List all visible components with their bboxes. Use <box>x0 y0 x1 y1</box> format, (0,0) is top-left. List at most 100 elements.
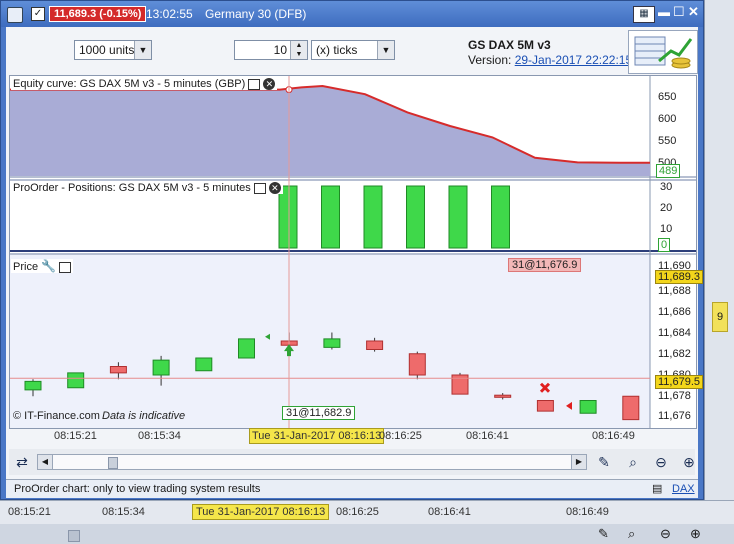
scroll-toolbar: ⇄ ◀ ▶ ✎ ⌕ ⊖ ⊕ <box>9 449 695 475</box>
wrench-icon[interactable]: 🔧 <box>41 259 56 273</box>
positions-last-value: 0 <box>658 238 671 252</box>
system-name: GS DAX 5M v3 <box>468 38 551 52</box>
cursor-value-label: 31@11,682.9 <box>282 406 356 420</box>
background-zoom-in-icon[interactable]: ⊕ <box>690 526 701 542</box>
chart-window: ✓ 11,689.3 (-0.15%) 13:02:55 Germany 30 … <box>0 0 704 500</box>
order-label: 31@11,676.9 <box>508 258 582 272</box>
chevron-down-icon[interactable]: ▼ <box>134 41 151 59</box>
maximize-icon[interactable]: ☐ <box>673 4 685 20</box>
zoom-in-icon[interactable]: ⊕ <box>679 452 699 472</box>
equity-panel-header: Equity curve: GS DAX 5M v3 - 5 minutes (… <box>11 78 278 91</box>
time-tick: 08:15:21 <box>54 430 97 442</box>
equity-tick: 550 <box>658 135 677 147</box>
candle-body <box>195 357 213 372</box>
background-tick: 08:15:21 <box>8 506 51 518</box>
background-tick: 08:16:25 <box>336 506 379 518</box>
panel-maximize-icon[interactable] <box>248 78 261 90</box>
scroll-right-icon[interactable]: ▶ <box>571 455 586 469</box>
close-icon[interactable]: ✕ <box>688 4 699 20</box>
chevron-down-icon[interactable]: ▼ <box>377 41 394 59</box>
price-tick: 11,688 <box>658 285 691 297</box>
price-tick: 11,682 <box>658 348 691 360</box>
background-scrollbar[interactable]: ✎ ⌕ ⊖ ⊕ <box>0 524 734 544</box>
price-panel-title: Price <box>13 261 39 273</box>
positions-tick: 30 <box>660 181 673 193</box>
position-bar <box>321 185 340 249</box>
background-side-list: 9 <box>708 40 730 500</box>
panel-close-icon[interactable]: ✕ <box>263 78 276 91</box>
candle-body <box>408 353 426 376</box>
panel-close-icon[interactable]: ✕ <box>268 182 281 195</box>
stepper-arrows-icon[interactable]: ▲ ▼ <box>290 41 307 59</box>
candle-body <box>323 338 341 348</box>
position-bar <box>363 185 383 249</box>
candle-body <box>109 366 127 374</box>
scroll-thumb[interactable] <box>108 457 118 469</box>
equity-tick: 600 <box>658 113 677 125</box>
zoom-out-icon[interactable]: ⊖ <box>651 452 671 472</box>
version-row: Version: 29-Jan-2017 22:22:15 <box>468 53 632 67</box>
zoom-fit-icon[interactable]: ⌕ <box>623 452 643 472</box>
candle-body <box>494 394 512 398</box>
pin-checkbox[interactable]: ✓ <box>31 7 45 21</box>
minimize-icon[interactable]: ▬ <box>658 5 670 19</box>
background-tick: 08:16:41 <box>428 506 471 518</box>
background-time-axis: 08:15:21 08:15:34 Tue 31-Jan-2017 08:16:… <box>0 500 734 525</box>
version-label: Version: <box>468 53 512 67</box>
background-tick: 08:16:49 <box>566 506 609 518</box>
panel-maximize-icon[interactable] <box>59 261 72 273</box>
window-client: 1000 units ▼ 10 ▲ ▼ (x) ticks ▼ GS DAX 5M… <box>6 27 704 498</box>
candle-body <box>67 372 85 389</box>
background-zoom-fit-icon[interactable]: ⌕ <box>628 526 635 542</box>
wrench-tools-icon[interactable]: ✎ <box>594 452 614 472</box>
position-bar <box>448 185 468 249</box>
chart-canvas[interactable] <box>10 76 696 428</box>
position-bar <box>406 185 425 249</box>
ticks-stepper[interactable]: 10 ▲ ▼ <box>234 40 308 60</box>
time-tick: 08:16:41 <box>466 430 509 442</box>
chart-area[interactable]: Equity curve: GS DAX 5M v3 - 5 minutes (… <box>9 75 704 429</box>
keyboard-icon[interactable]: ▦ <box>633 6 655 23</box>
title-bar[interactable]: ✓ 11,689.3 (-0.15%) 13:02:55 Germany 30 … <box>1 1 703 27</box>
candle-body <box>24 380 42 391</box>
candle-body <box>366 340 384 350</box>
price-tick: 11,676 <box>658 410 691 422</box>
equity-tick: 650 <box>658 91 677 103</box>
clock-time: 13:02:55 <box>146 7 193 21</box>
background-scroll-thumb[interactable] <box>68 530 80 542</box>
price-tick: 11,686 <box>658 306 691 318</box>
candle-body <box>152 359 170 376</box>
last-price-label: 11,689.3 <box>655 270 704 284</box>
position-bar <box>278 185 298 249</box>
candle-body <box>536 400 554 412</box>
instrument-link[interactable]: DAX <box>672 483 695 495</box>
equity-last-value: 489 <box>656 164 681 178</box>
scroll-left-icon[interactable]: ◀ <box>38 455 53 469</box>
units-select[interactable]: 1000 units ▼ <box>74 40 152 60</box>
window-menu-icon[interactable] <box>7 7 23 23</box>
horizontal-scrollbar[interactable]: ◀ ▶ <box>37 454 587 470</box>
equity-panel-title: Equity curve: GS DAX 5M v3 - 5 minutes (… <box>13 78 246 90</box>
chart-link-icon: ▤ <box>652 483 663 495</box>
background-wrench-icon[interactable]: ✎ <box>598 526 609 542</box>
ticks-unit-select[interactable]: (x) ticks ▼ <box>311 40 395 60</box>
price-tick: 11,678 <box>658 390 691 402</box>
time-axis: 08:15:21 08:15:34 Tue 31-Jan-2017 08:16:… <box>9 428 695 446</box>
trading-system-logo-icon <box>628 30 698 74</box>
positions-panel-title: ProOrder - Positions: GS DAX 5M v3 - 5 m… <box>13 182 251 194</box>
copyright-text: © IT-Finance.com <box>13 410 100 422</box>
price-tick: 11,684 <box>658 327 691 339</box>
current-price-label: 11,679.5 <box>655 375 704 389</box>
version-link[interactable]: 29-Jan-2017 22:22:15 <box>515 53 632 67</box>
candle-body <box>579 400 597 414</box>
background-cursor-label: Tue 31-Jan-2017 08:16:13 <box>192 504 330 520</box>
background-tick: 08:15:34 <box>102 506 145 518</box>
indicative-text: Data is indicative <box>102 410 186 422</box>
panel-maximize-icon[interactable] <box>253 182 266 194</box>
time-cursor-label: Tue 31-Jan-2017 08:16:13 <box>249 428 385 444</box>
chart-refresh-icon[interactable]: ⇄ <box>12 452 32 472</box>
background-zoom-out-icon[interactable]: ⊖ <box>660 526 671 542</box>
background-side-tag: 9 <box>712 302 728 332</box>
instrument-name: Germany 30 (DFB) <box>205 7 307 21</box>
status-text: ProOrder chart: only to view trading sys… <box>14 483 261 495</box>
